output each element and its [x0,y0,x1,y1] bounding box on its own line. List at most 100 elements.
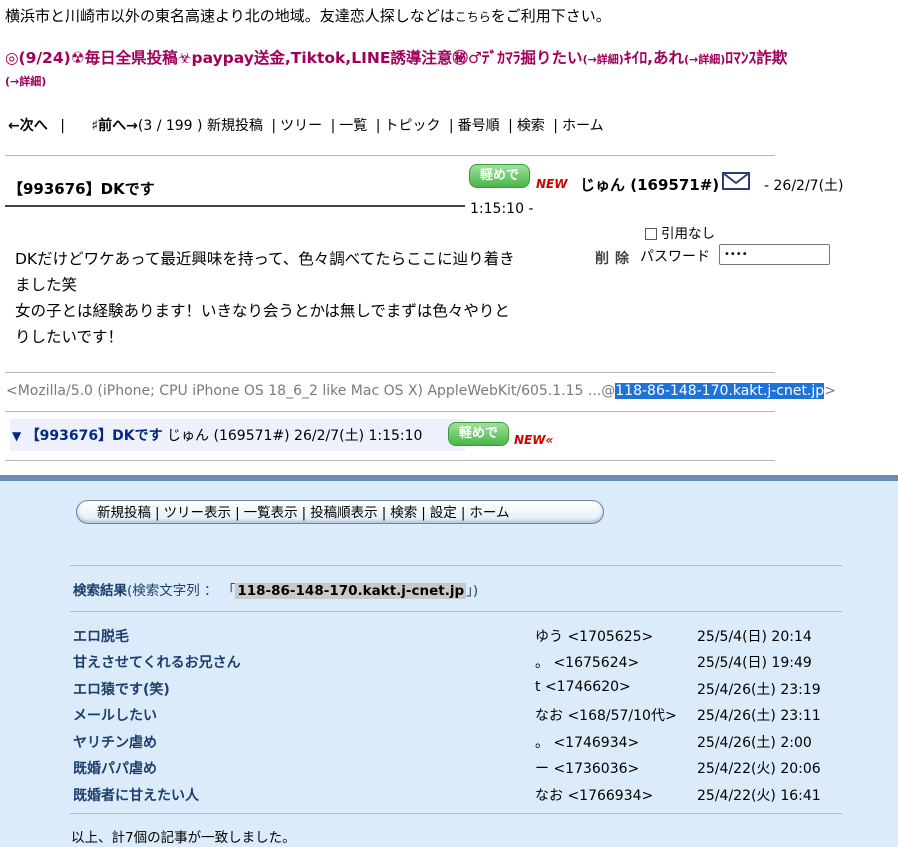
result-row[interactable]: 甘えさせてくれるお兄さん 。 <1675624> 25/5/4(日) 19:49 [73,652,833,678]
thread-row[interactable]: ▼ 【993676】DKです じゅん (169571#) 26/2/7(土) 1… [12,425,422,445]
intro-body: 横浜市と川崎市以外の東名高速より北の地域。友達恋人探しなどは [5,7,455,25]
bnav-list-view[interactable]: 一覧表示 [244,505,298,521]
mail-icon[interactable] [722,172,750,190]
notice-banner: ◎(9/24)☢毎日全県投稿☣paypay送金,Tiktok,LINE誘導注意㊙… [5,46,898,68]
intro-link[interactable]: こちら [455,10,491,24]
intro-text: 横浜市と川崎市以外の東名高速より北の地域。友達恋人探しなどはこちらをご利用下さい… [5,5,611,26]
divider [70,813,842,814]
notice-detail-link-1[interactable]: (→詳細) [583,53,624,66]
result-author: 。 <1746934> [535,735,640,751]
user-agent: <Mozilla/5.0 (iPhone; CPU iPhone OS 18_6… [6,383,836,399]
notice-text-a: ◎(9/24)☢毎日全県投稿☣paypay送金,Tiktok,LINE誘導注意㊙… [5,49,583,67]
result-row[interactable]: エロ脱毛 ゆう <1705625> 25/5/4(日) 20:14 [73,626,833,652]
post-author: じゅん (169571#) [580,176,720,194]
nav-tree[interactable]: ツリー [280,118,322,134]
user-agent-text: <Mozilla/5.0 (iPhone; CPU iPhone OS 18_6… [6,383,616,399]
page-position: (3 / 199 ) [137,118,203,134]
result-date: 25/4/26(土) 23:19 [697,682,821,698]
divider [5,155,775,156]
result-row[interactable]: 既婚者に甘えたい人 なお <1766934> 25/4/22(火) 16:41 [73,785,833,811]
post-title: 【993676】DKです [8,180,155,198]
result-date: 25/5/4(日) 19:49 [697,655,812,671]
result-title[interactable]: 既婚者に甘えたい人 [73,785,199,805]
search-query-open: (検索文字列 ： 「 [127,583,236,599]
result-author: ゆう <1705625> [535,629,654,645]
divider [5,460,775,461]
nav-new-post[interactable]: 新規投稿 [207,118,263,134]
user-agent-end: > [824,383,836,399]
password-label: パスワード [640,249,710,265]
search-result-header: 検索結果(検索文字列 ： 「118-86-148-170.kakt.j-cnet… [73,579,478,599]
notice-text-b: ｷｲﾛ,あれ [623,49,684,67]
result-row[interactable]: エロ猿です(笑) t <1746620> 25/4/26(土) 23:19 [73,679,833,705]
result-date: 25/5/4(日) 20:14 [697,629,812,645]
result-row[interactable]: ヤリチン虐め 。 <1746934> 25/4/26(土) 2:00 [73,732,833,758]
nav-topic[interactable]: トピック [384,118,440,134]
divider [5,411,775,412]
bnav-tree-view[interactable]: ツリー表示 [164,505,232,521]
search-query: 118-86-148-170.kakt.j-cnet.jp [235,583,467,599]
thread-meta: じゅん (169571#) 26/2/7(土) 1:15:10 [162,428,423,444]
result-title[interactable]: エロ猿です(笑) [73,679,170,699]
nav-number-order[interactable]: 番号順 [458,118,500,134]
next-link[interactable]: ←次へ [8,118,48,134]
result-author: ー <1736036> [535,761,640,777]
bottom-navigation: 新規投稿 | ツリー表示 | 一覧表示 | 投稿順表示 | 検索 | 設定 | ホーム [76,500,604,524]
title-underline [5,205,465,207]
bnav-new-post[interactable]: 新規投稿 [97,505,151,521]
post-body-line: ました笑 [15,276,78,294]
result-date: 25/4/26(土) 2:00 [697,735,812,751]
nav-separator: | [60,118,65,134]
thread-category-badge: 軽めで [448,422,510,446]
divider [5,372,775,373]
divider [70,611,842,612]
quote-label: 引用なし [661,226,715,242]
password-input[interactable]: •••• [719,244,830,265]
bnav-settings[interactable]: 設定 [430,505,457,521]
post-date: - 26/2/7(土) [764,178,844,194]
result-author: t <1746620> [535,679,631,695]
post-body: DKだけどワケあって最近興味を持って、色々調べてたらここに辿り着き ました笑 女… [15,246,590,350]
thread-new-badge: NEW« [514,433,554,447]
prev-link[interactable]: ♯前へ→ [91,118,138,134]
thread-title-link[interactable]: 【993676】DKです [26,428,163,444]
delete-button[interactable]: 削除 [595,248,635,268]
result-author: なお <168/57/10代> [535,708,677,724]
result-date: 25/4/22(火) 20:06 [697,761,821,777]
result-row[interactable]: 既婚パパ虐め ー <1736036> 25/4/22(火) 20:06 [73,758,833,784]
result-title[interactable]: 既婚パパ虐め [73,758,157,778]
bnav-post-order[interactable]: 投稿順表示 [310,505,378,521]
result-date: 25/4/26(土) 23:11 [697,708,821,724]
intro-tail: をご利用下さい。 [490,7,611,25]
search-query-close: 」) [466,583,479,599]
nav-home[interactable]: ホーム [562,118,604,134]
top-navigation: ←次へ | ♯前へ→(3 / 199 ) 新規投稿 | ツリー | 一覧 | トピック… [8,118,604,134]
search-result-footer: 以上、計7個の記事が一致しました。 [71,830,296,846]
result-title[interactable]: ヤリチン虐め [73,732,157,752]
notice-detail-link-2[interactable]: (→詳細) [684,53,725,66]
post-time: 1:15:10 - [470,201,534,217]
thread-arrow-icon: ▼ [12,429,22,443]
post-body-line: 女の子とは経験あります！いきなり会うとかは無しでまずは色々やりと [15,302,510,320]
quote-checkbox[interactable] [645,228,657,240]
result-title[interactable]: 甘えさせてくれるお兄さん [73,652,241,672]
notice-detail-link-3[interactable]: (→詳細) [5,73,46,89]
result-author: なお <1766934> [535,788,654,804]
post-body-line: DKだけどワケあって最近興味を持って、色々調べてたらここに辿り着き [15,250,515,268]
result-author: 。 <1675624> [535,655,640,671]
divider [70,565,842,566]
notice-text-c: ﾛﾏﾝｽ詐欺 [725,49,788,67]
result-date: 25/4/22(火) 16:41 [697,788,821,804]
nav-list[interactable]: 一覧 [339,118,367,134]
quote-option[interactable]: 引用なし [645,222,715,242]
user-host[interactable]: 118-86-148-170.kakt.j-cnet.jp [615,383,825,399]
bnav-search[interactable]: 検索 [390,505,417,521]
nav-search[interactable]: 検索 [517,118,545,134]
post-body-line: りしたいです！ [15,328,124,346]
result-row[interactable]: メールしたい なお <168/57/10代> 25/4/26(土) 23:11 [73,705,833,731]
search-result-label: 検索結果 [73,583,127,599]
result-title[interactable]: メールしたい [73,705,157,725]
result-title[interactable]: エロ脱毛 [73,626,129,646]
new-badge: NEW [536,177,568,191]
bnav-home[interactable]: ホーム [469,505,509,521]
